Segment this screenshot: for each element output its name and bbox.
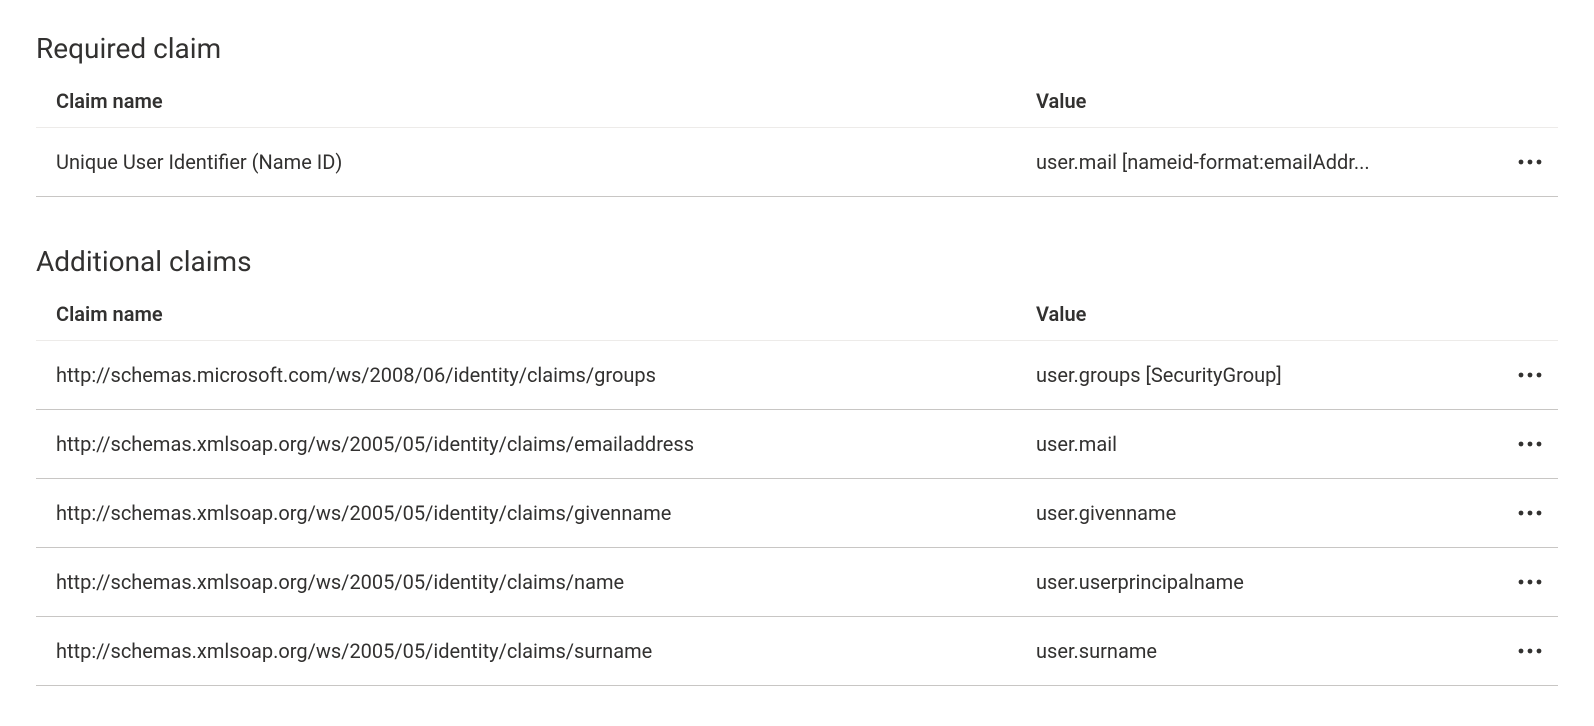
- table-row[interactable]: http://schemas.xmlsoap.org/ws/2005/05/id…: [36, 410, 1558, 479]
- required-claim-heading: Required claim: [36, 32, 1558, 65]
- ellipsis-icon: [1518, 510, 1542, 516]
- claim-value-cell: user.surname: [1016, 617, 1456, 686]
- claim-actions-cell: [1456, 410, 1558, 479]
- column-header-value: Value: [1016, 79, 1456, 128]
- additional-claims-table: Claim name Value http://schemas.microsof…: [36, 292, 1558, 686]
- more-actions-button[interactable]: [1510, 566, 1550, 598]
- claim-name-cell: http://schemas.microsoft.com/ws/2008/06/…: [36, 341, 1016, 410]
- ellipsis-icon: [1518, 648, 1542, 654]
- claim-value-cell: user.mail: [1016, 410, 1456, 479]
- required-claim-table: Claim name Value Unique User Identifier …: [36, 79, 1558, 197]
- claim-name-cell: http://schemas.xmlsoap.org/ws/2005/05/id…: [36, 617, 1016, 686]
- claim-name-cell: http://schemas.xmlsoap.org/ws/2005/05/id…: [36, 548, 1016, 617]
- claim-actions-cell: [1456, 341, 1558, 410]
- column-header-actions: [1456, 79, 1558, 128]
- column-header-claim-name: Claim name: [36, 79, 1016, 128]
- claim-value-cell: user.mail [nameid-format:emailAddr...: [1016, 128, 1456, 197]
- ellipsis-icon: [1518, 441, 1542, 447]
- claim-actions-cell: [1456, 128, 1558, 197]
- table-row[interactable]: http://schemas.microsoft.com/ws/2008/06/…: [36, 341, 1558, 410]
- ellipsis-icon: [1518, 159, 1542, 165]
- claim-value-cell: user.givenname: [1016, 479, 1456, 548]
- more-actions-button[interactable]: [1510, 497, 1550, 529]
- column-header-value: Value: [1016, 292, 1456, 341]
- more-actions-button[interactable]: [1510, 428, 1550, 460]
- claim-actions-cell: [1456, 479, 1558, 548]
- claim-actions-cell: [1456, 548, 1558, 617]
- claim-value-cell: user.userprincipalname: [1016, 548, 1456, 617]
- more-actions-button[interactable]: [1510, 359, 1550, 391]
- claim-name-cell: http://schemas.xmlsoap.org/ws/2005/05/id…: [36, 479, 1016, 548]
- table-row[interactable]: http://schemas.xmlsoap.org/ws/2005/05/id…: [36, 479, 1558, 548]
- more-actions-button[interactable]: [1510, 146, 1550, 178]
- claim-name-cell: http://schemas.xmlsoap.org/ws/2005/05/id…: [36, 410, 1016, 479]
- table-row[interactable]: http://schemas.xmlsoap.org/ws/2005/05/id…: [36, 617, 1558, 686]
- claim-actions-cell: [1456, 617, 1558, 686]
- claims-config-page: Required claim Claim name Value Unique U…: [0, 0, 1594, 726]
- table-row[interactable]: Unique User Identifier (Name ID) user.ma…: [36, 128, 1558, 197]
- ellipsis-icon: [1518, 372, 1542, 378]
- claim-name-cell: Unique User Identifier (Name ID): [36, 128, 1016, 197]
- additional-claims-heading: Additional claims: [36, 245, 1558, 278]
- column-header-claim-name: Claim name: [36, 292, 1016, 341]
- column-header-actions: [1456, 292, 1558, 341]
- ellipsis-icon: [1518, 579, 1542, 585]
- table-row[interactable]: http://schemas.xmlsoap.org/ws/2005/05/id…: [36, 548, 1558, 617]
- claim-value-cell: user.groups [SecurityGroup]: [1016, 341, 1456, 410]
- more-actions-button[interactable]: [1510, 635, 1550, 667]
